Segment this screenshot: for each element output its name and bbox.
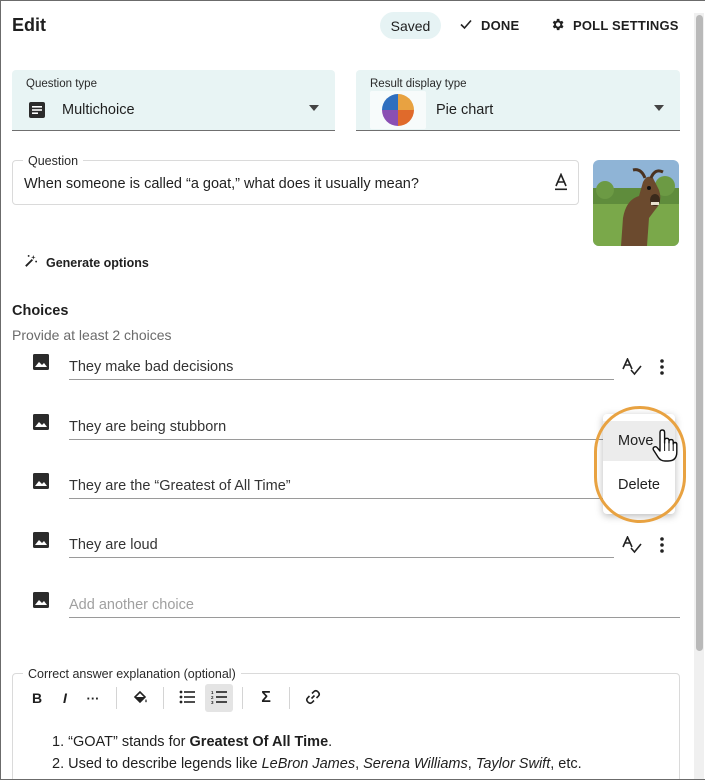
text-run: , etc. [550,756,582,772]
toolbar-divider [289,687,290,709]
svg-text:3: 3 [211,700,214,704]
generate-options-button[interactable]: Generate options [23,254,149,272]
saved-badge: Saved [380,12,441,39]
question-type-label: Question type [26,78,97,90]
magic-wand-icon [23,254,38,272]
text-format-icon[interactable] [553,172,569,196]
multichoice-icon [28,101,46,124]
choice-text[interactable]: They are the “Greatest of All Time” [69,478,291,494]
choice-underline [69,617,680,618]
choice-underline [69,379,614,380]
text-run: , [467,756,476,772]
scrollbar-thumb[interactable] [696,15,703,651]
choice-row: They make bad decisions [1,353,691,383]
italic-button[interactable]: I [51,684,79,712]
list-number: 2. [52,756,65,772]
link-icon [305,689,321,708]
italic-text-run: Serena Williams [363,756,468,772]
question-text[interactable]: When someone is called “a goat,” what do… [24,176,419,192]
choices-hint: Provide at least 2 choices [12,327,172,343]
explanation-label: Correct answer explanation (optional) [23,667,241,681]
equation-button[interactable]: Σ [252,684,280,712]
caret-down-icon [654,98,664,116]
choice-underline [69,557,614,558]
bold-text-run: Greatest Of All Time [189,734,329,750]
choice-row: They are loud [1,531,691,561]
choice-row: They are being stubborn [1,413,691,443]
text-run: , [355,756,364,772]
bullet-list-icon [179,690,195,707]
image-icon[interactable] [32,413,50,436]
check-icon [459,17,473,34]
question-image-goat[interactable] [593,160,679,246]
image-icon[interactable] [32,531,50,554]
choice-underline [69,498,614,499]
text-run: “GOAT” stands for [68,734,190,750]
choices-heading: Choices [12,303,69,319]
image-icon[interactable] [32,591,50,614]
add-choice-row: Add another choice [1,591,691,621]
numbered-list-icon: 123 [211,690,227,707]
image-icon[interactable] [32,472,50,495]
spellcheck-icon[interactable] [622,535,642,559]
choice-row: They are the “Greatest of All Time” [1,472,691,502]
hand-cursor-icon [652,429,678,468]
gear-icon [550,17,565,35]
numbered-list-button[interactable]: 123 [205,684,233,712]
text-run: Used to describe legends like [68,756,262,772]
result-display-value: Pie chart [436,102,494,118]
choice-text[interactable]: They are loud [69,537,158,553]
poll-settings-label: POLL SETTINGS [573,18,679,33]
caret-down-icon [309,98,319,116]
choice-text[interactable]: They make bad decisions [69,359,233,375]
editor-window: Edit Saved DONE POLL SETTINGS Question t… [0,0,705,780]
poll-settings-button[interactable]: POLL SETTINGS [550,12,679,39]
editor-toolbar: B I ··· 123 Σ [23,684,327,712]
explanation-line-2: 2. Used to describe legends like LeBron … [52,756,582,772]
more-vert-icon[interactable] [659,537,665,558]
choice-text[interactable]: They are being stubborn [69,419,226,435]
link-button[interactable] [299,684,327,712]
fill-color-button[interactable] [126,684,154,712]
choice-underline [69,439,614,440]
toolbar-divider [242,687,243,709]
bullet-list-button[interactable] [173,684,201,712]
result-display-select[interactable]: Result display type Pie chart [356,70,680,131]
result-display-label: Result display type [370,78,467,90]
list-number: 1. [52,734,65,750]
text-run: . [328,734,333,750]
toolbar-divider [116,687,117,709]
done-label: DONE [481,18,520,33]
spellcheck-icon[interactable] [622,357,642,381]
italic-text-run: Taylor Swift [475,756,551,772]
add-choice-input[interactable]: Add another choice [69,597,194,613]
page-title: Edit [12,15,46,35]
more-format-button[interactable]: ··· [79,684,107,712]
question-type-select[interactable]: Question type Multichoice [12,70,335,131]
paint-bucket-icon [132,689,148,708]
italic-text-run: LeBron James [261,756,356,772]
done-button[interactable]: DONE [459,12,519,39]
bold-button[interactable]: B [23,684,51,712]
question-type-value: Multichoice [62,102,135,118]
image-icon[interactable] [32,353,50,376]
pie-chart-icon [370,91,426,129]
generate-options-label: Generate options [46,256,149,270]
explanation-line-1: 1. “GOAT” stands for Greatest Of All Tim… [52,734,332,750]
toolbar-divider [163,687,164,709]
more-vert-icon[interactable] [659,359,665,380]
question-label: Question [23,154,84,168]
